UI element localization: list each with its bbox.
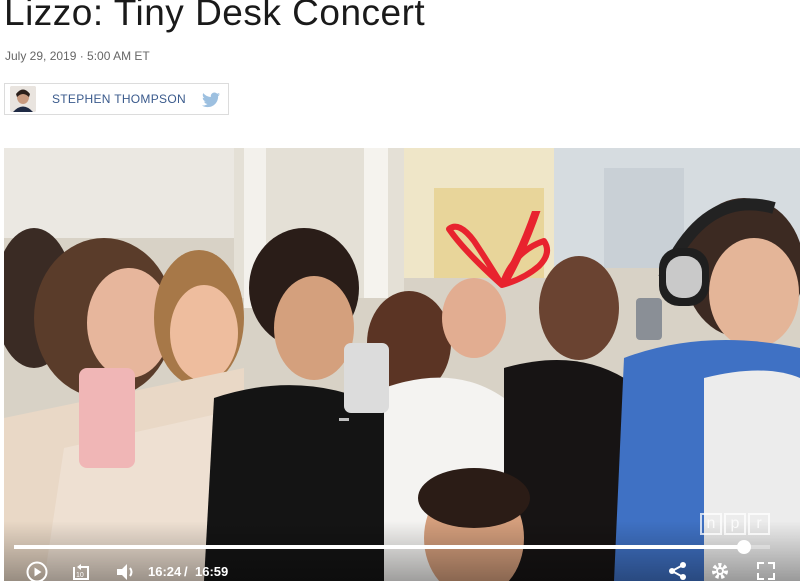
page-title: Lizzo: Tiny Desk Concert [4,0,426,33]
fullscreen-icon[interactable] [756,561,776,581]
current-time: 16:24 [148,564,182,579]
npr-letter: r [748,513,770,535]
player-controls: n p r 10 16:24 / 16:59 [4,513,800,581]
duration: 16:59 [195,564,229,579]
share-icon[interactable] [668,561,688,581]
time-separator: / [184,564,188,579]
video-frame[interactable] [4,148,800,581]
volume-icon[interactable] [114,561,138,581]
progress-scrubber[interactable] [737,540,752,554]
author-avatar[interactable] [10,86,36,112]
twitter-icon[interactable] [202,92,220,108]
npr-watermark: n p r [700,513,770,535]
progress-played [14,545,745,549]
author-name-link[interactable]: STEPHEN THOMPSON [52,92,186,106]
npr-letter: p [724,513,746,535]
gear-icon[interactable] [710,561,730,581]
npr-letter: n [700,513,722,535]
svg-text:10: 10 [76,572,84,579]
publish-date: July 29, 2019 · 5:00 AM ET [5,49,150,63]
play-icon[interactable] [26,561,48,581]
progress-bar[interactable] [14,540,770,554]
annotation-arrow [446,211,551,288]
video-player[interactable]: n p r 10 16:24 / 16:59 [4,148,800,581]
author-byline[interactable]: STEPHEN THOMPSON [4,83,229,115]
rewind-10-icon[interactable]: 10 [70,561,92,581]
